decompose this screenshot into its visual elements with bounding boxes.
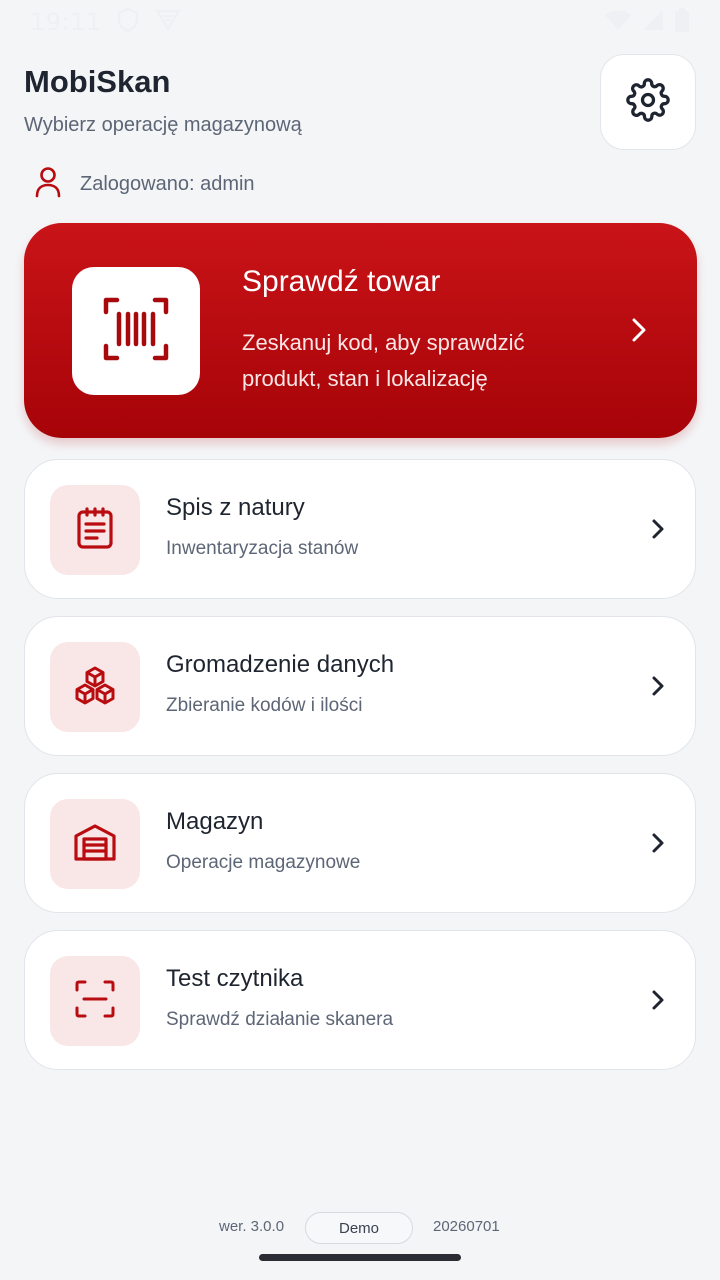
signal-icon (642, 9, 664, 36)
clipboard-list-icon (75, 506, 115, 554)
menu-icon-box (50, 642, 140, 732)
logged-in-text: Zalogowano: admin (80, 173, 255, 195)
status-icons-right (604, 7, 690, 37)
status-time: 19:11 (30, 8, 102, 36)
build-text: 20260701 (433, 1218, 500, 1235)
menu-icon-box (50, 799, 140, 889)
barcode-scan-icon (103, 296, 169, 367)
logged-in-row: Zalogowano: admin (34, 166, 255, 203)
menu-item-title: Gromadzenie danych (166, 651, 395, 678)
hero-icon-box (72, 267, 200, 395)
chevron-right-icon (651, 989, 665, 1016)
menu-item-scanner-test[interactable]: Test czytnika Sprawdź działanie skanera (24, 930, 696, 1070)
wifi-icon (604, 9, 632, 36)
menu-item-data-collection[interactable]: Gromadzenie danych Zbieranie kodów i ilo… (24, 616, 696, 756)
menu-item-title: Test czytnika (166, 965, 304, 992)
menu-item-subtitle: Zbieranie kodów i ilości (166, 695, 363, 716)
chevron-right-icon (651, 518, 665, 545)
shield-icon (116, 7, 140, 38)
mode-badge: Demo (305, 1212, 413, 1244)
gear-icon (626, 77, 670, 127)
menu-item-subtitle: Inwentaryzacja stanów (166, 538, 359, 559)
hero-description: Zeskanuj kod, aby sprawdzić produkt, sta… (242, 330, 525, 391)
hero-title: Sprawdź towar (242, 265, 441, 298)
menu-item-subtitle: Operacje magazynowe (166, 852, 361, 873)
chevron-right-icon (631, 317, 647, 348)
boxes-icon (73, 665, 117, 710)
notification-app-icon (154, 8, 182, 37)
header: MobiSkan Wybierz operację magazynową (24, 54, 696, 154)
chevron-right-icon (651, 832, 665, 859)
scan-frame-icon (74, 979, 116, 1024)
home-indicator[interactable] (259, 1254, 461, 1261)
menu-icon-box (50, 956, 140, 1046)
check-product-card[interactable]: Sprawdź towar Zeskanuj kod, aby sprawdzi… (24, 223, 697, 438)
menu-item-title: Magazyn (166, 808, 264, 835)
version-text: wer. 3.0.0 (219, 1218, 285, 1235)
status-icons-left (116, 7, 182, 38)
settings-button[interactable] (600, 54, 696, 150)
chevron-right-icon (651, 675, 665, 702)
menu-item-subtitle: Sprawdź działanie skanera (166, 1009, 394, 1030)
menu-item-inventory[interactable]: Spis z natury Inwentaryzacja stanów (24, 459, 696, 599)
app-title: MobiSkan (24, 64, 171, 99)
battery-icon (674, 7, 690, 37)
menu-item-title: Spis z natury (166, 494, 305, 521)
status-bar: 19:11 (0, 0, 720, 44)
warehouse-icon (73, 822, 117, 867)
user-icon (34, 166, 62, 203)
menu-icon-box (50, 485, 140, 575)
menu-item-warehouse[interactable]: Magazyn Operacje magazynowe (24, 773, 696, 913)
footer: wer. 3.0.0 Demo 20260701 (0, 1210, 720, 1246)
app-subtitle: Wybierz operację magazynową (24, 114, 302, 136)
